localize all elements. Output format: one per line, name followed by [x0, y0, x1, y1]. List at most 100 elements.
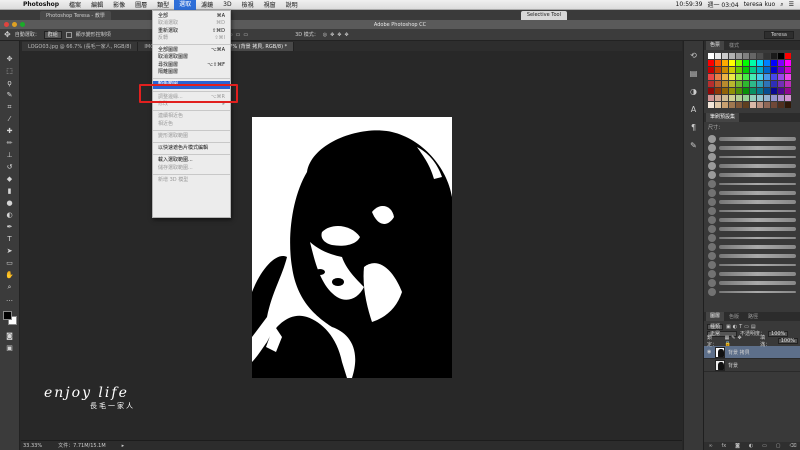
swatch-color[interactable] [736, 88, 742, 94]
hand-tool-icon[interactable]: ✋ [4, 271, 16, 280]
swatch-color[interactable] [785, 53, 791, 59]
quick-select-tool-icon[interactable]: ✎ [4, 91, 16, 100]
path-select-icon[interactable]: ➤ [4, 247, 16, 256]
swatch-color[interactable] [785, 60, 791, 66]
zoom-tool-icon[interactable]: ⌕ [4, 283, 16, 292]
more-tools-icon[interactable]: … [4, 295, 16, 304]
brush-preset-row[interactable] [708, 278, 796, 287]
brush-preset-row[interactable] [708, 152, 796, 161]
swatch-color[interactable] [722, 67, 728, 73]
swatch-color[interactable] [708, 95, 714, 101]
swatch-color[interactable] [750, 102, 756, 108]
brush-preset-row[interactable] [708, 260, 796, 269]
swatch-color[interactable] [715, 53, 721, 59]
history-brush-icon[interactable]: ↺ [4, 163, 16, 172]
fill-field[interactable]: 100% [777, 337, 798, 344]
swatch-color[interactable] [736, 74, 742, 80]
doc-tab[interactable]: LOGO03.jpg @ 66.7% (長毛一家人, RGB/8) [22, 42, 139, 51]
brush-preset-row[interactable] [708, 170, 796, 179]
list-icon[interactable]: ☰ [789, 1, 794, 8]
brush-preset-row[interactable] [708, 215, 796, 224]
brush-preset-row[interactable] [708, 161, 796, 170]
swatch-color[interactable] [771, 67, 777, 73]
swatch-color[interactable] [715, 67, 721, 73]
brush-preset-row[interactable] [708, 197, 796, 206]
history-panel-icon[interactable]: ⟲ [688, 51, 700, 61]
brush-tool-icon[interactable]: ✏ [4, 139, 16, 148]
menu-image[interactable]: 影像 [108, 0, 130, 9]
auto-select-dropdown[interactable]: 群組 [43, 30, 62, 39]
eraser-tool-icon[interactable]: ◆ [4, 175, 16, 184]
tab-channels[interactable]: 色版 [725, 313, 743, 320]
swatch-color[interactable] [722, 88, 728, 94]
swatch-color[interactable] [708, 53, 714, 59]
swatch-color[interactable] [764, 88, 770, 94]
swatch-color[interactable] [708, 102, 714, 108]
swatch-color[interactable] [771, 60, 777, 66]
swatch-color[interactable] [757, 95, 763, 101]
tab-swatches[interactable]: 色票 [706, 41, 725, 50]
swatch-color[interactable] [750, 95, 756, 101]
swatch-color[interactable] [743, 88, 749, 94]
swatch-color[interactable] [778, 74, 784, 80]
select-menu-item[interactable]: 取消選取圖層 [153, 54, 230, 61]
swatch-color[interactable] [729, 74, 735, 80]
swatch-color[interactable] [750, 74, 756, 80]
swatch-color[interactable] [736, 60, 742, 66]
folder-icon[interactable]: ▭ [762, 443, 767, 449]
tab-brush-presets[interactable]: 筆刷預設集 [706, 113, 740, 122]
swatch-color[interactable] [778, 60, 784, 66]
swatch-color[interactable] [764, 74, 770, 80]
swatch-color[interactable] [778, 88, 784, 94]
crop-tool-icon[interactable]: ⌗ [4, 103, 16, 112]
swatch-color[interactable] [750, 81, 756, 87]
swatch-color[interactable] [757, 74, 763, 80]
swatch-color[interactable] [785, 102, 791, 108]
swatch-color[interactable] [729, 67, 735, 73]
swatch-color[interactable] [729, 95, 735, 101]
select-menu-item[interactable]: 以快速遮色片模式編輯 [153, 145, 230, 152]
swatch-color[interactable] [764, 95, 770, 101]
menu-filter[interactable]: 濾鏡 [196, 0, 218, 9]
workspace-switcher[interactable]: Teresa [764, 30, 794, 39]
swatch-color[interactable] [778, 95, 784, 101]
paragraph-panel-icon[interactable]: ¶ [688, 123, 700, 133]
quick-mask-icon[interactable]: ◙ [4, 332, 16, 341]
swatch-color[interactable] [750, 60, 756, 66]
swatch-color[interactable] [743, 53, 749, 59]
swatch-color[interactable] [729, 102, 735, 108]
foreground-color-swatch[interactable] [2, 311, 12, 320]
swatch-color[interactable] [722, 95, 728, 101]
swatch-color[interactable] [715, 60, 721, 66]
swatch-color[interactable] [785, 88, 791, 94]
brush-preset-row[interactable] [708, 242, 796, 251]
healing-brush-icon[interactable]: ✚ [4, 127, 16, 136]
brush-preset-row[interactable] [708, 179, 796, 188]
eyedropper-tool-icon[interactable]: ⁄ [4, 115, 16, 124]
fx-icon[interactable]: fx [722, 443, 727, 449]
layer-name[interactable]: 背景 拷貝 [728, 349, 750, 356]
layer-row-background[interactable]: 背景 [704, 359, 800, 372]
tab-paths[interactable]: 路徑 [744, 313, 762, 320]
brush-preset-row[interactable] [708, 233, 796, 242]
new-layer-icon[interactable]: ▢ [776, 443, 781, 449]
swatch-color[interactable] [743, 74, 749, 80]
swatch-color[interactable] [729, 88, 735, 94]
swatch-color[interactable] [771, 81, 777, 87]
swatch-color[interactable] [757, 88, 763, 94]
filter-icons[interactable]: ▣◐T▭▤ [726, 324, 758, 330]
swatch-color[interactable] [778, 81, 784, 87]
brush-preset-list[interactable] [708, 134, 796, 296]
trash-icon[interactable]: ⌫ [789, 443, 796, 449]
swatch-color[interactable] [771, 95, 777, 101]
brush-preset-row[interactable] [708, 251, 796, 260]
swatch-color[interactable] [736, 81, 742, 87]
swatch-color[interactable] [729, 81, 735, 87]
swatch-color[interactable] [778, 67, 784, 73]
menu-file[interactable]: 檔案 [64, 0, 86, 9]
swatch-color[interactable] [722, 74, 728, 80]
select-menu-item[interactable]: 隔離圖層 [153, 69, 230, 76]
swatch-color[interactable] [778, 102, 784, 108]
swatch-color[interactable] [743, 81, 749, 87]
swatch-color[interactable] [757, 53, 763, 59]
